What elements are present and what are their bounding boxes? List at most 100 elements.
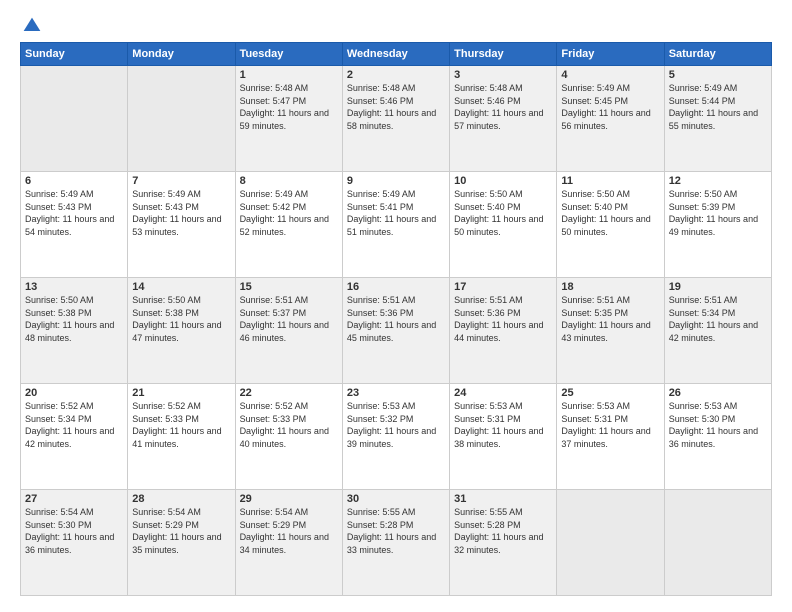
day-number: 3 (454, 69, 552, 81)
day-info: Sunrise: 5:55 AMSunset: 5:28 PMDaylight:… (454, 506, 552, 556)
calendar-day-cell: 27Sunrise: 5:54 AMSunset: 5:30 PMDayligh… (21, 490, 128, 596)
calendar-day-cell: 20Sunrise: 5:52 AMSunset: 5:34 PMDayligh… (21, 384, 128, 490)
calendar-header-sunday: Sunday (21, 43, 128, 66)
calendar-day-cell (21, 66, 128, 172)
day-number: 27 (25, 493, 123, 505)
day-number: 8 (240, 175, 338, 187)
day-info: Sunrise: 5:52 AMSunset: 5:34 PMDaylight:… (25, 400, 123, 450)
calendar-day-cell (557, 490, 664, 596)
day-number: 12 (669, 175, 767, 187)
day-info: Sunrise: 5:53 AMSunset: 5:30 PMDaylight:… (669, 400, 767, 450)
day-number: 13 (25, 281, 123, 293)
day-info: Sunrise: 5:53 AMSunset: 5:31 PMDaylight:… (454, 400, 552, 450)
day-info: Sunrise: 5:55 AMSunset: 5:28 PMDaylight:… (347, 506, 445, 556)
calendar-week-row: 13Sunrise: 5:50 AMSunset: 5:38 PMDayligh… (21, 278, 772, 384)
calendar-day-cell: 7Sunrise: 5:49 AMSunset: 5:43 PMDaylight… (128, 172, 235, 278)
day-number: 9 (347, 175, 445, 187)
day-info: Sunrise: 5:49 AMSunset: 5:43 PMDaylight:… (25, 188, 123, 238)
day-info: Sunrise: 5:51 AMSunset: 5:34 PMDaylight:… (669, 294, 767, 344)
calendar-header-monday: Monday (128, 43, 235, 66)
calendar-day-cell: 16Sunrise: 5:51 AMSunset: 5:36 PMDayligh… (342, 278, 449, 384)
day-number: 11 (561, 175, 659, 187)
calendar-week-row: 20Sunrise: 5:52 AMSunset: 5:34 PMDayligh… (21, 384, 772, 490)
calendar-day-cell: 18Sunrise: 5:51 AMSunset: 5:35 PMDayligh… (557, 278, 664, 384)
calendar-day-cell: 23Sunrise: 5:53 AMSunset: 5:32 PMDayligh… (342, 384, 449, 490)
day-number: 14 (132, 281, 230, 293)
day-info: Sunrise: 5:54 AMSunset: 5:29 PMDaylight:… (240, 506, 338, 556)
day-number: 22 (240, 387, 338, 399)
day-info: Sunrise: 5:52 AMSunset: 5:33 PMDaylight:… (132, 400, 230, 450)
day-number: 4 (561, 69, 659, 81)
calendar-day-cell: 5Sunrise: 5:49 AMSunset: 5:44 PMDaylight… (664, 66, 771, 172)
calendar-day-cell: 3Sunrise: 5:48 AMSunset: 5:46 PMDaylight… (450, 66, 557, 172)
calendar-day-cell: 8Sunrise: 5:49 AMSunset: 5:42 PMDaylight… (235, 172, 342, 278)
calendar-week-row: 27Sunrise: 5:54 AMSunset: 5:30 PMDayligh… (21, 490, 772, 596)
calendar-header-saturday: Saturday (664, 43, 771, 66)
calendar-header-row: SundayMondayTuesdayWednesdayThursdayFrid… (21, 43, 772, 66)
day-info: Sunrise: 5:54 AMSunset: 5:29 PMDaylight:… (132, 506, 230, 556)
day-number: 15 (240, 281, 338, 293)
day-info: Sunrise: 5:50 AMSunset: 5:38 PMDaylight:… (132, 294, 230, 344)
calendar-day-cell: 24Sunrise: 5:53 AMSunset: 5:31 PMDayligh… (450, 384, 557, 490)
calendar-day-cell: 30Sunrise: 5:55 AMSunset: 5:28 PMDayligh… (342, 490, 449, 596)
day-info: Sunrise: 5:54 AMSunset: 5:30 PMDaylight:… (25, 506, 123, 556)
day-info: Sunrise: 5:49 AMSunset: 5:41 PMDaylight:… (347, 188, 445, 238)
day-number: 6 (25, 175, 123, 187)
day-info: Sunrise: 5:50 AMSunset: 5:38 PMDaylight:… (25, 294, 123, 344)
day-info: Sunrise: 5:50 AMSunset: 5:39 PMDaylight:… (669, 188, 767, 238)
day-info: Sunrise: 5:49 AMSunset: 5:42 PMDaylight:… (240, 188, 338, 238)
calendar-day-cell: 14Sunrise: 5:50 AMSunset: 5:38 PMDayligh… (128, 278, 235, 384)
calendar-day-cell (664, 490, 771, 596)
day-number: 7 (132, 175, 230, 187)
day-number: 1 (240, 69, 338, 81)
day-info: Sunrise: 5:48 AMSunset: 5:46 PMDaylight:… (454, 82, 552, 132)
day-number: 2 (347, 69, 445, 81)
calendar-day-cell: 29Sunrise: 5:54 AMSunset: 5:29 PMDayligh… (235, 490, 342, 596)
day-number: 25 (561, 387, 659, 399)
day-number: 26 (669, 387, 767, 399)
day-number: 5 (669, 69, 767, 81)
day-info: Sunrise: 5:51 AMSunset: 5:35 PMDaylight:… (561, 294, 659, 344)
day-number: 10 (454, 175, 552, 187)
logo (20, 16, 42, 32)
calendar-day-cell: 31Sunrise: 5:55 AMSunset: 5:28 PMDayligh… (450, 490, 557, 596)
day-info: Sunrise: 5:48 AMSunset: 5:47 PMDaylight:… (240, 82, 338, 132)
calendar-day-cell: 11Sunrise: 5:50 AMSunset: 5:40 PMDayligh… (557, 172, 664, 278)
calendar-day-cell: 4Sunrise: 5:49 AMSunset: 5:45 PMDaylight… (557, 66, 664, 172)
logo-icon (22, 16, 42, 36)
day-info: Sunrise: 5:51 AMSunset: 5:36 PMDaylight:… (347, 294, 445, 344)
day-info: Sunrise: 5:51 AMSunset: 5:37 PMDaylight:… (240, 294, 338, 344)
day-info: Sunrise: 5:49 AMSunset: 5:45 PMDaylight:… (561, 82, 659, 132)
calendar-day-cell: 10Sunrise: 5:50 AMSunset: 5:40 PMDayligh… (450, 172, 557, 278)
calendar-day-cell: 21Sunrise: 5:52 AMSunset: 5:33 PMDayligh… (128, 384, 235, 490)
day-info: Sunrise: 5:49 AMSunset: 5:44 PMDaylight:… (669, 82, 767, 132)
day-info: Sunrise: 5:49 AMSunset: 5:43 PMDaylight:… (132, 188, 230, 238)
day-number: 16 (347, 281, 445, 293)
calendar-header-friday: Friday (557, 43, 664, 66)
calendar-day-cell: 13Sunrise: 5:50 AMSunset: 5:38 PMDayligh… (21, 278, 128, 384)
calendar-day-cell: 17Sunrise: 5:51 AMSunset: 5:36 PMDayligh… (450, 278, 557, 384)
page: SundayMondayTuesdayWednesdayThursdayFrid… (0, 0, 792, 612)
day-info: Sunrise: 5:48 AMSunset: 5:46 PMDaylight:… (347, 82, 445, 132)
calendar-day-cell: 28Sunrise: 5:54 AMSunset: 5:29 PMDayligh… (128, 490, 235, 596)
calendar-header-thursday: Thursday (450, 43, 557, 66)
day-number: 21 (132, 387, 230, 399)
day-number: 19 (669, 281, 767, 293)
calendar-week-row: 1Sunrise: 5:48 AMSunset: 5:47 PMDaylight… (21, 66, 772, 172)
day-number: 24 (454, 387, 552, 399)
day-info: Sunrise: 5:53 AMSunset: 5:31 PMDaylight:… (561, 400, 659, 450)
calendar-day-cell: 12Sunrise: 5:50 AMSunset: 5:39 PMDayligh… (664, 172, 771, 278)
calendar-header-wednesday: Wednesday (342, 43, 449, 66)
day-number: 29 (240, 493, 338, 505)
calendar-day-cell: 2Sunrise: 5:48 AMSunset: 5:46 PMDaylight… (342, 66, 449, 172)
day-info: Sunrise: 5:52 AMSunset: 5:33 PMDaylight:… (240, 400, 338, 450)
calendar-day-cell: 9Sunrise: 5:49 AMSunset: 5:41 PMDaylight… (342, 172, 449, 278)
day-number: 28 (132, 493, 230, 505)
calendar-day-cell: 6Sunrise: 5:49 AMSunset: 5:43 PMDaylight… (21, 172, 128, 278)
calendar-week-row: 6Sunrise: 5:49 AMSunset: 5:43 PMDaylight… (21, 172, 772, 278)
day-number: 17 (454, 281, 552, 293)
day-number: 20 (25, 387, 123, 399)
calendar-day-cell: 15Sunrise: 5:51 AMSunset: 5:37 PMDayligh… (235, 278, 342, 384)
header (20, 16, 772, 32)
calendar-day-cell: 19Sunrise: 5:51 AMSunset: 5:34 PMDayligh… (664, 278, 771, 384)
